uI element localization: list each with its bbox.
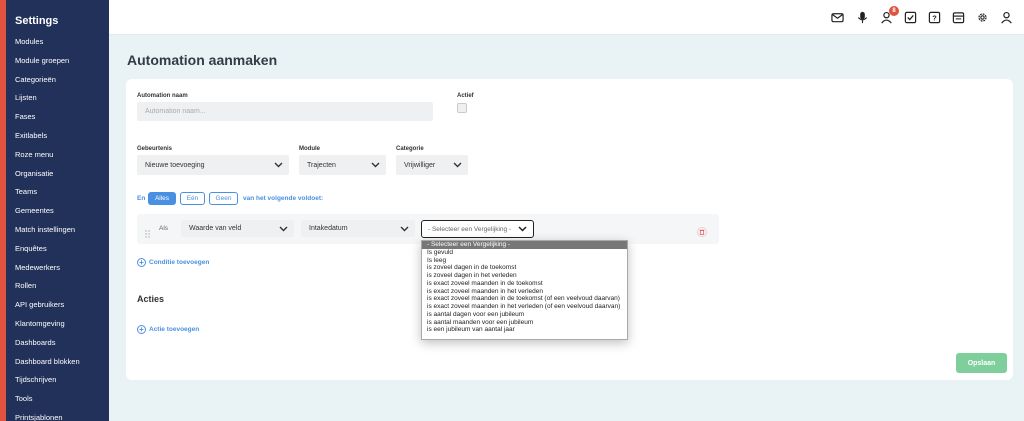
comparison-select[interactable]: - Selecteer een Vergelijking - (421, 220, 534, 238)
sidebar-item-lijsten[interactable]: Lijsten (6, 89, 109, 108)
chevron-down-icon (453, 162, 462, 168)
sidebar-item-gemeentes[interactable]: Gemeentes (6, 202, 109, 221)
drag-handle-icon[interactable] (145, 225, 150, 238)
chevron-down-icon (371, 162, 380, 168)
comparison-option[interactable]: is exact zoveel maanden in het verleden (422, 288, 627, 296)
sidebar-item-roze-menu[interactable]: Roze menu (6, 146, 109, 165)
microphone-icon[interactable] (855, 10, 869, 24)
automation-name-label: Automation naam (137, 93, 188, 99)
chevron-down-icon (518, 226, 527, 232)
module-label: Module (299, 146, 320, 152)
gear-icon[interactable] (975, 10, 989, 24)
sidebar-item-exitlabels[interactable]: Exitlabels (6, 127, 109, 146)
active-label: Actief (457, 93, 474, 99)
sidebar-item-organisatie[interactable]: Organisatie (6, 165, 109, 184)
actions-section-title: Acties (137, 294, 165, 304)
svg-text:?: ? (932, 13, 937, 22)
match-option-geen[interactable]: Geen (209, 192, 238, 205)
field-select[interactable]: Intakedatum (301, 220, 415, 237)
user-icon[interactable]: 8 (879, 6, 899, 24)
save-button[interactable]: Opslaan (956, 353, 1007, 373)
module-select-value: Trajecten (307, 161, 336, 169)
comparison-option[interactable]: is zoveel dagen in het verleden (422, 272, 627, 280)
chevron-down-icon (279, 226, 288, 231)
comparison-option[interactable]: is zoveel dagen in de toekomst (422, 264, 627, 272)
category-select[interactable]: Vrijwilliger (396, 155, 468, 175)
comparison-option[interactable]: - Selecteer een Vergelijking - (422, 241, 627, 249)
sidebar-item-dashboards[interactable]: Dashboards (6, 334, 109, 353)
comparison-option[interactable]: is aantal maanden voor een jubileum (422, 319, 627, 327)
comparison-option[interactable]: is exact zoveel maanden in de toekomst (422, 280, 627, 288)
plus-icon: + (137, 258, 146, 267)
match-option-alles[interactable]: Alles (148, 192, 176, 205)
calendar-icon[interactable] (951, 10, 965, 24)
event-select-value: Nieuwe toevoeging (145, 161, 205, 169)
sidebar-item-api-gebruikers[interactable]: API gebruikers (6, 296, 109, 315)
sidebar-item-dashboard-blokken[interactable]: Dashboard blokken (6, 353, 109, 372)
chevron-down-icon (274, 162, 283, 168)
sidebar-item-medewerkers[interactable]: Medewerkers (6, 259, 109, 278)
field-type-value: Waarde van veld (189, 225, 242, 232)
sidebar-item-klantomgeving[interactable]: Klantomgeving (6, 315, 109, 334)
automation-name-input[interactable] (137, 102, 433, 121)
sidebar-title: Settings (15, 15, 59, 27)
add-condition-button[interactable]: + Conditie toevoegen (137, 258, 209, 267)
trash-icon[interactable] (697, 224, 707, 237)
match-prefix: En (137, 195, 146, 202)
mail-icon[interactable] (830, 10, 844, 24)
comparison-option[interactable]: is exact zoveel maanden in het verleden … (422, 303, 627, 311)
checkbox-icon[interactable] (903, 10, 917, 24)
sidebar-item-module-groepen[interactable]: Module groepen (6, 52, 109, 71)
als-label: Als (159, 225, 169, 232)
field-type-select[interactable]: Waarde van veld (181, 220, 294, 237)
comparison-select-value: - Selecteer een Vergelijking - (428, 225, 512, 233)
category-label: Categorie (396, 146, 424, 152)
settings-sidebar: Settings Modules Module groepen Categori… (6, 0, 109, 421)
match-option-een[interactable]: Eén (180, 192, 205, 205)
comparison-dropdown: - Selecteer een Vergelijking - Is gevuld… (421, 240, 628, 340)
sidebar-item-rollen[interactable]: Rollen (6, 277, 109, 296)
comparison-option[interactable]: is exact zoveel maanden in de toekomst (… (422, 295, 627, 303)
active-checkbox[interactable] (457, 103, 467, 113)
event-label: Gebeurtenis (137, 146, 173, 152)
sidebar-item-fases[interactable]: Fases (6, 108, 109, 127)
help-icon[interactable]: ? (927, 10, 941, 24)
comparison-option[interactable]: Is gevuld (422, 249, 627, 257)
event-select[interactable]: Nieuwe toevoeging (137, 155, 289, 175)
notification-badge: 8 (889, 6, 899, 16)
add-condition-label: Conditie toevoegen (149, 259, 210, 266)
add-action-button[interactable]: + Actie toevoegen (137, 325, 199, 334)
sidebar-item-printsjablonen[interactable]: Printsjablonen (6, 409, 109, 421)
comparison-option[interactable]: is een jubileum van aantal jaar (422, 326, 627, 334)
sidebar-item-tijdschrijven[interactable]: Tijdschrijven (6, 371, 109, 390)
comparison-option[interactable]: is aantal dagen voor een jubileum (422, 311, 627, 319)
sidebar-item-modules[interactable]: Modules (6, 33, 109, 52)
topbar: 8 ? (109, 0, 1024, 35)
module-select[interactable]: Trajecten (299, 155, 386, 175)
sidebar-item-teams[interactable]: Teams (6, 183, 109, 202)
sidebar-item-tools[interactable]: Tools (6, 390, 109, 409)
chevron-down-icon (400, 226, 409, 231)
match-suffix: van het volgende voldoet: (243, 195, 324, 202)
profile-icon[interactable] (999, 10, 1013, 24)
comparison-option[interactable]: Is leeg (422, 257, 627, 265)
add-action-label: Actie toevoegen (149, 326, 200, 333)
page-title: Automation aanmaken (127, 52, 278, 68)
sidebar-item-match-instellingen[interactable]: Match instellingen (6, 221, 109, 240)
sidebar-item-enquetes[interactable]: Enquêtes (6, 240, 109, 259)
category-select-value: Vrijwilliger (404, 161, 436, 169)
field-value: Intakedatum (309, 225, 348, 232)
plus-icon: + (137, 325, 146, 334)
sidebar-item-categorieen[interactable]: Categorieën (6, 71, 109, 90)
